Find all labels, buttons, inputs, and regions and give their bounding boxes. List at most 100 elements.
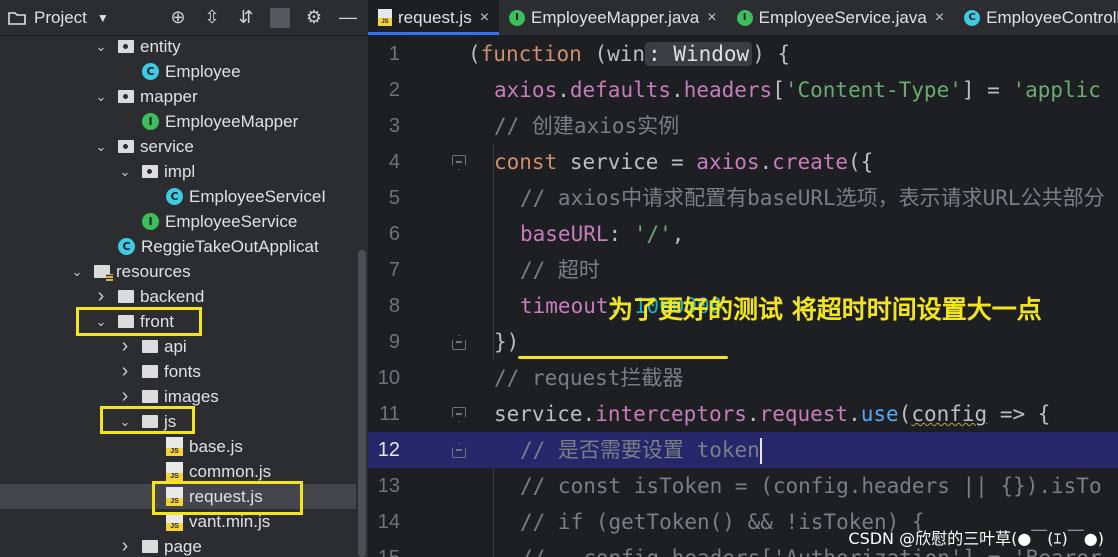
tree-item[interactable]: ⌄ resources <box>0 259 356 284</box>
line-number: 8 <box>388 295 400 317</box>
tree-item-label: common.js <box>189 461 272 481</box>
js-file-icon: JS <box>166 437 183 456</box>
code-line[interactable]: 10 // request拦截器 <box>368 360 1118 396</box>
interface-icon: I <box>509 9 526 26</box>
tree-item[interactable]: I EmployeeMapper <box>0 109 356 134</box>
token: ( <box>468 42 481 66</box>
chevron-down-icon[interactable]: ⌄ <box>94 39 108 55</box>
highlight-js-box <box>100 406 195 434</box>
chevron-right-icon[interactable]: › <box>118 535 132 557</box>
comment: // const isToken = (config.headers || {}… <box>520 474 1102 498</box>
tree-item[interactable]: › api <box>0 334 356 359</box>
comment: // 超时 <box>520 258 600 282</box>
toolbar-divider <box>270 7 290 28</box>
tree-scrollbar[interactable] <box>358 250 366 557</box>
code-line[interactable]: 4 const service = axios.create({ <box>368 144 1118 180</box>
editor-tab[interactable]: JS request.js × <box>368 0 500 35</box>
close-icon[interactable]: × <box>707 9 716 27</box>
comment: // request拦截器 <box>494 366 684 390</box>
tree-item-label: api <box>164 336 187 356</box>
token: function <box>480 42 582 66</box>
code-area[interactable]: 1 (function (win: Window) { 2 axios.defaul… <box>368 36 1118 557</box>
code-line[interactable]: 5 // axios中请求配置有baseURL选项，表示请求URL公共部分 <box>368 180 1118 216</box>
code-line-current[interactable]: 12 // 是否需要设置 token <box>368 432 1118 468</box>
tree-item[interactable]: ⌄ mapper <box>0 84 356 109</box>
tree-item[interactable]: › fonts <box>0 359 356 384</box>
tree-item-label: page <box>164 536 202 556</box>
tree-item[interactable]: I EmployeeService <box>0 209 356 234</box>
chevron-down-icon[interactable]: ⌄ <box>118 164 132 180</box>
line-number: 11 <box>379 403 400 425</box>
tree-item[interactable]: C EmployeeServiceI <box>0 184 356 209</box>
chevron-down-icon[interactable]: ⌄ <box>94 89 108 105</box>
chevron-right-icon[interactable]: › <box>94 285 108 308</box>
project-title[interactable]: Project <box>34 8 87 28</box>
tree-item-label: images <box>164 386 219 406</box>
class-icon: C <box>166 188 183 205</box>
editor: JS request.js × I EmployeeMapper.java × I Emplo… <box>368 0 1118 557</box>
expand-all-icon[interactable]: ⇳ <box>202 7 222 28</box>
chevron-right-icon[interactable]: › <box>118 360 132 383</box>
tree-item[interactable]: C ReggieTakeOutApplicat <box>0 234 356 259</box>
editor-tab[interactable]: I EmployeeMapper.java × <box>499 0 727 35</box>
token: '/' <box>633 222 672 246</box>
fold-icon[interactable] <box>452 407 466 422</box>
target-icon[interactable]: ⊕ <box>168 7 188 28</box>
comment: // axios中请求配置有baseURL选项，表示请求URL公共部分 <box>520 186 1105 210</box>
code-line[interactable]: 11 service.interceptors.request.use(confi… <box>368 396 1118 432</box>
chevron-down-icon[interactable]: ▼ <box>97 11 109 25</box>
editor-tab[interactable]: C EmployeeControlle <box>954 0 1118 35</box>
js-file-icon: JS <box>378 9 392 26</box>
line-number: 9 <box>388 331 400 353</box>
line-number: 13 <box>377 475 400 497</box>
js-file-icon: JS <box>166 462 183 481</box>
chevron-down-icon[interactable]: ⌄ <box>94 139 108 155</box>
code-line[interactable]: 9}) <box>368 324 1118 360</box>
fold-icon[interactable] <box>452 155 466 170</box>
token: . <box>671 78 684 102</box>
tree-item[interactable]: ⌄ entity <box>0 34 356 59</box>
token: defaults <box>569 78 672 102</box>
close-icon[interactable]: × <box>480 9 489 27</box>
token: baseURL <box>520 222 609 246</box>
code-line[interactable]: 2 axios.defaults.headers['Content-Type'] … <box>368 72 1118 108</box>
token: config <box>911 402 988 426</box>
token: }) <box>494 330 520 354</box>
tree-item[interactable]: ⌄ impl <box>0 159 356 184</box>
token: . <box>746 402 760 426</box>
collapse-all-icon[interactable]: ⇵ <box>236 7 256 28</box>
project-header: Project ▼ ⊕ ⇳ ⇵ ⚙ — <box>0 0 368 36</box>
token: . <box>759 150 773 174</box>
token: 'applic <box>1012 78 1101 102</box>
highlight-front-box <box>76 307 202 336</box>
tree-item[interactable]: ⌄ service <box>0 134 356 159</box>
token: . <box>848 402 861 426</box>
tree-item[interactable]: JS base.js <box>0 434 356 459</box>
code-line[interactable]: 3 // 创建axios实例 <box>368 108 1118 144</box>
tree-item[interactable]: › backend <box>0 284 356 309</box>
tree-item[interactable]: C Employee <box>0 59 356 84</box>
minimize-icon[interactable]: — <box>338 7 358 28</box>
token: ] = <box>961 78 1013 102</box>
code-line[interactable]: 13 // const isToken = (config.headers || … <box>368 468 1118 504</box>
chevron-right-icon[interactable]: › <box>118 385 132 408</box>
code-line[interactable]: 7 // 超时 <box>368 252 1118 288</box>
token: request <box>759 402 849 426</box>
class-icon: C <box>118 238 135 255</box>
tree-item-label: EmployeeService <box>165 211 298 231</box>
editor-tabs: JS request.js × I EmployeeMapper.java × I Emplo… <box>368 0 1118 36</box>
fold-icon[interactable] <box>452 443 466 458</box>
token: : <box>608 222 634 246</box>
close-icon[interactable]: × <box>935 9 944 27</box>
code-line[interactable]: 6 baseURL: '/', <box>368 216 1118 252</box>
fold-icon[interactable] <box>452 335 466 350</box>
token: 'Content-Type' <box>784 78 962 102</box>
code-line[interactable]: 1 (function (win: Window) { <box>368 36 1118 72</box>
tree-item-label: impl <box>164 161 196 181</box>
gear-icon[interactable]: ⚙ <box>304 7 324 28</box>
chevron-right-icon[interactable]: › <box>118 335 132 358</box>
chevron-down-icon[interactable]: ⌄ <box>70 264 84 280</box>
highlight-request-box <box>152 481 303 515</box>
editor-tab[interactable]: I EmployeeService.java × <box>727 0 955 35</box>
tree-item[interactable]: › page <box>0 534 356 557</box>
